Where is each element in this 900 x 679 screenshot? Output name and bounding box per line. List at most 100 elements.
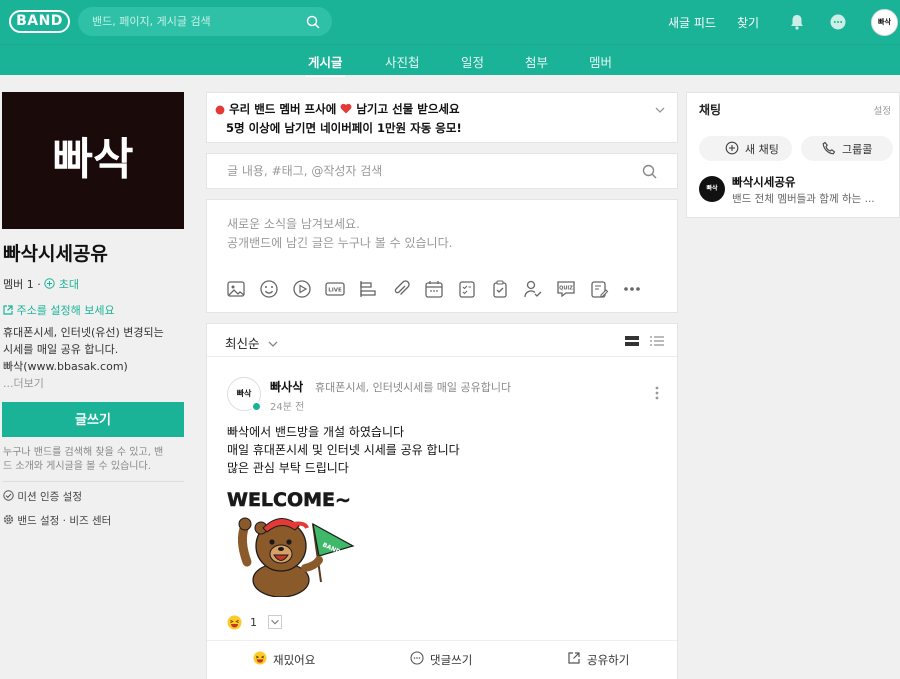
- group-call-button[interactable]: 그룹콜: [801, 136, 893, 161]
- template-icon[interactable]: [588, 278, 610, 300]
- tab-attachments[interactable]: 첨부: [525, 52, 548, 71]
- invite-label: 초대: [58, 278, 79, 291]
- search-icon[interactable]: [306, 15, 320, 29]
- video-icon[interactable]: [291, 278, 313, 300]
- sticker-icon[interactable]: [258, 278, 280, 300]
- band-name: 빠삭시세공유: [3, 243, 108, 265]
- notice-text-a: 우리 밴드 멤버 프사에: [229, 102, 337, 116]
- biz-center-link[interactable]: 비즈 센터: [69, 515, 111, 527]
- chat-room-name[interactable]: 빠삭시세공유: [732, 174, 795, 190]
- find-link[interactable]: 찾기: [737, 14, 759, 31]
- group-call-label: 그룹콜: [842, 143, 873, 156]
- global-search: [78, 7, 332, 36]
- svg-text:QUIZ: QUIZ: [559, 286, 573, 292]
- band-logo-artwork: 빠삭: [53, 134, 134, 185]
- checklist-icon[interactable]: [489, 278, 511, 300]
- members-count[interactable]: 1: [27, 278, 34, 291]
- share-icon: [568, 652, 580, 664]
- laughing-emoji-icon: [253, 651, 267, 665]
- sort-dropdown[interactable]: 최신순: [225, 333, 278, 352]
- invite-button[interactable]: 초대: [44, 278, 79, 291]
- chat-settings-link[interactable]: 설정: [874, 103, 891, 117]
- notice-line-1: ● 우리 밴드 멤버 프사에 남기고 선물 받으세요: [215, 102, 460, 116]
- band-logo[interactable]: BAND: [9, 10, 70, 33]
- list-view-icon[interactable]: [649, 335, 665, 347]
- mission-setting-link[interactable]: 미션 인증 설정: [3, 489, 82, 504]
- attachment-icon[interactable]: [390, 278, 412, 300]
- profile-avatar[interactable]: 빠삭: [871, 9, 898, 36]
- desc-line: 시세를 매일 공유 합니다.: [3, 343, 119, 356]
- heart-icon: [340, 103, 352, 114]
- actions-divider: [207, 640, 677, 641]
- feed-divider: [207, 356, 677, 357]
- composer-line: 새로운 소식을 남겨보세요.: [227, 217, 360, 231]
- share-button[interactable]: 공유하기: [587, 652, 629, 668]
- comment-icon: [410, 651, 424, 665]
- attendance-icon[interactable]: [522, 278, 544, 300]
- quiz-icon[interactable]: QUIZ: [555, 278, 577, 300]
- address-setting-link[interactable]: 주소를 설정해 보세요: [3, 302, 115, 318]
- composer-placeholder[interactable]: 새로운 소식을 남겨보세요. 공개밴드에 남긴 글은 누구나 볼 수 있습니다.: [227, 215, 452, 253]
- desc-line: 휴대폰시세, 인터넷(유선) 변경되는: [3, 326, 164, 339]
- new-chat-button[interactable]: 새 채팅: [699, 136, 792, 161]
- chevron-down-icon: [268, 341, 277, 347]
- laughing-emoji-icon: [227, 615, 242, 630]
- top-bar: BAND 새글 피드 찾기 빠삭: [0, 0, 900, 44]
- new-chat-label: 새 채팅: [745, 143, 779, 156]
- kebab-menu-icon[interactable]: [655, 386, 659, 400]
- post-line: 많은 관심 부탁 드립니다: [227, 461, 349, 475]
- write-post-button[interactable]: 글쓰기: [2, 402, 184, 437]
- tab-photos[interactable]: 사진첩: [385, 52, 420, 71]
- desc-line: 빠삭(www.bbasak.com): [3, 360, 128, 373]
- comment-button[interactable]: 댓글쓰기: [430, 652, 472, 668]
- cover-logo-text: 빠삭: [53, 134, 134, 185]
- tab-members[interactable]: 멤버: [589, 52, 612, 71]
- post-search-input[interactable]: [227, 154, 627, 188]
- band-cover-image[interactable]: 빠삭: [2, 92, 184, 229]
- gear-icon: [3, 514, 14, 525]
- live-icon[interactable]: LIVE: [324, 278, 346, 300]
- tab-schedule[interactable]: 일정: [461, 52, 484, 71]
- chat-room-avatar[interactable]: 빠삭: [699, 176, 725, 202]
- more-link[interactable]: ...더보기: [3, 375, 44, 391]
- member-info: 멤버 1 · 초대: [3, 278, 79, 291]
- chat-panel: 채팅 설정 새 채팅 그룹콜 빠삭 빠삭시세공유 밴드 전체 멤버들과 함께 하…: [686, 92, 900, 218]
- address-setting-label: 주소를 설정해 보세요: [16, 304, 115, 317]
- card-view-icon[interactable]: [624, 335, 640, 347]
- welcome-bear-sticker[interactable]: WELCOME~ BAND: [225, 482, 360, 597]
- chat-room-description[interactable]: 밴드 전체 멤버들과 함께 하는 ...: [732, 191, 892, 206]
- react-button[interactable]: 재밌어요: [273, 652, 315, 668]
- notice-line-2: 5명 이상에 남기면 네이버페이 1만원 자동 응모!: [226, 121, 462, 135]
- bell-icon[interactable]: [788, 13, 806, 31]
- chevron-down-icon[interactable]: [655, 105, 665, 115]
- hint-line: 누구나 밴드를 검색해 찾을 수 있고, 밴: [3, 447, 164, 458]
- vote-icon[interactable]: [357, 278, 379, 300]
- post-line: 빠삭에서 밴드방을 개설 하였습니다: [227, 425, 405, 439]
- more-options-icon[interactable]: [621, 278, 643, 300]
- post-body[interactable]: 빠삭에서 밴드방을 개설 하였습니다 매일 휴대폰시세 및 인터넷 시세를 공유…: [227, 423, 460, 477]
- public-band-hint: 누구나 밴드를 검색해 찾을 수 있고, 밴 드 소개와 게시글을 볼 수 있습…: [3, 446, 185, 474]
- band-settings-link[interactable]: 밴드 설정: [17, 515, 59, 527]
- members-label[interactable]: 멤버: [3, 278, 23, 291]
- band-description: 휴대폰시세, 인터넷(유선) 변경되는 시세를 매일 공유 합니다. 빠삭(ww…: [3, 324, 185, 375]
- tab-bar: 게시글 사진첩 일정 첨부 멤버: [0, 44, 900, 77]
- chevron-down-icon[interactable]: [268, 615, 282, 629]
- chat-bubble-icon[interactable]: [829, 13, 847, 31]
- notice-text-b: 남기고 선물 받으세요: [356, 102, 460, 116]
- post-author[interactable]: 빠사삭: [270, 378, 303, 395]
- tab-posts[interactable]: 게시글: [306, 52, 345, 77]
- new-feed-link[interactable]: 새글 피드: [668, 14, 716, 31]
- chat-title: 채팅: [699, 103, 722, 117]
- search-icon[interactable]: [642, 164, 657, 179]
- post-composer[interactable]: 새로운 소식을 남겨보세요. 공개밴드에 남긴 글은 누구나 볼 수 있습니다.…: [206, 199, 678, 313]
- plus-circle-icon: [44, 278, 55, 289]
- plus-circle-icon: [725, 141, 739, 155]
- event-notice-banner[interactable]: ● 우리 밴드 멤버 프사에 남기고 선물 받으세요 5명 이상에 남기면 네이…: [206, 92, 678, 143]
- photo-icon[interactable]: [225, 278, 247, 300]
- composer-line: 공개밴드에 남긴 글은 누구나 볼 수 있습니다.: [227, 236, 453, 250]
- todo-icon[interactable]: [456, 278, 478, 300]
- calendar-icon[interactable]: [423, 278, 445, 300]
- sidebar-divider: [2, 481, 184, 482]
- global-search-input[interactable]: [92, 7, 302, 36]
- check-circle-icon: [3, 490, 14, 501]
